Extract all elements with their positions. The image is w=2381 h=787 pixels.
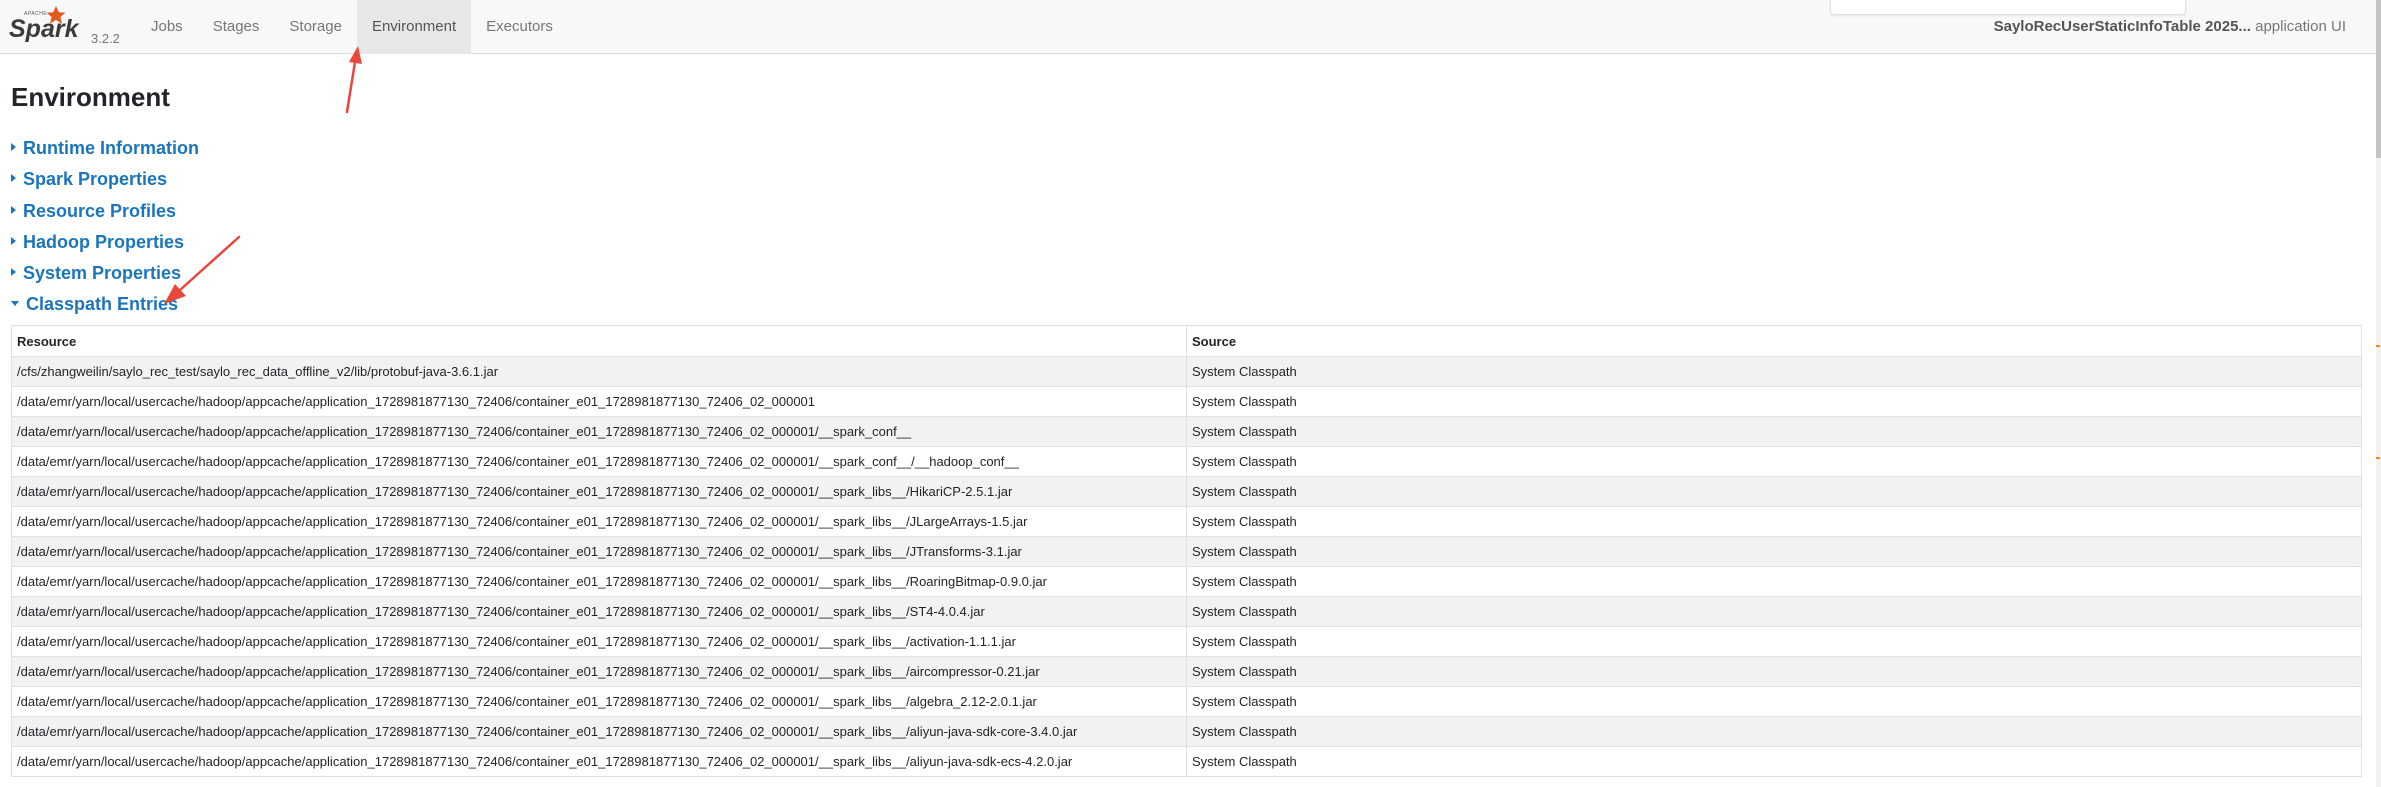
section-label: Resource Profiles <box>23 201 177 221</box>
source-cell: System Classpath <box>1186 596 2362 627</box>
logo-spark-text: Spark <box>9 15 80 43</box>
table-row: /data/emr/yarn/local/usercache/hadoop/ap… <box>11 716 2362 747</box>
nav-tabs: Jobs Stages Storage Environment Executor… <box>136 0 568 54</box>
triangle-right-icon <box>11 206 16 215</box>
resource-cell: /data/emr/yarn/local/usercache/hadoop/ap… <box>11 446 1187 477</box>
resource-cell: /data/emr/yarn/local/usercache/hadoop/ap… <box>11 476 1187 507</box>
section-label: Classpath Entries <box>26 294 179 314</box>
section-hadoop-properties[interactable]: Hadoop Properties <box>11 230 184 254</box>
column-header-source[interactable]: Source <box>1186 325 2362 357</box>
scroll-marker <box>2376 457 2380 459</box>
triangle-right-icon <box>11 268 16 277</box>
table-row: /cfs/zhangweilin/saylo_rec_test/saylo_re… <box>11 356 2362 387</box>
triangle-down-icon <box>11 300 19 306</box>
source-cell: System Classpath <box>1186 746 2362 777</box>
spark-logo[interactable]: APACHE Spark 3.2.2 <box>8 4 120 50</box>
nav-tab-executors[interactable]: Executors <box>471 0 568 54</box>
nav-tab-jobs[interactable]: Jobs <box>136 0 198 54</box>
table-row: /data/emr/yarn/local/usercache/hadoop/ap… <box>11 746 2362 777</box>
nav-tab-environment[interactable]: Environment <box>356 0 472 54</box>
table-row: /data/emr/yarn/local/usercache/hadoop/ap… <box>11 566 2362 597</box>
resource-cell: /data/emr/yarn/local/usercache/hadoop/ap… <box>11 656 1187 687</box>
table-body: /cfs/zhangweilin/saylo_rec_test/saylo_re… <box>11 356 2362 777</box>
source-cell: System Classpath <box>1186 626 2362 657</box>
resource-cell: /data/emr/yarn/local/usercache/hadoop/ap… <box>11 746 1187 777</box>
source-cell: System Classpath <box>1186 506 2362 537</box>
source-cell: System Classpath <box>1186 476 2362 507</box>
overlay-popup <box>1830 0 2186 15</box>
resource-cell: /data/emr/yarn/local/usercache/hadoop/ap… <box>11 686 1187 717</box>
section-label: Runtime Information <box>23 138 199 158</box>
column-header-resource[interactable]: Resource <box>11 325 1187 357</box>
source-cell: System Classpath <box>1186 686 2362 717</box>
section-runtime-information[interactable]: Runtime Information <box>11 136 199 160</box>
table-row: /data/emr/yarn/local/usercache/hadoop/ap… <box>11 536 2362 567</box>
triangle-right-icon <box>11 143 16 152</box>
resource-cell: /data/emr/yarn/local/usercache/hadoop/ap… <box>11 626 1187 657</box>
triangle-right-icon <box>11 237 16 246</box>
section-resource-profiles[interactable]: Resource Profiles <box>11 199 176 223</box>
source-cell: System Classpath <box>1186 356 2362 387</box>
vertical-scrollbar[interactable] <box>2376 0 2381 787</box>
resource-cell: /data/emr/yarn/local/usercache/hadoop/ap… <box>11 506 1187 537</box>
resource-cell: /data/emr/yarn/local/usercache/hadoop/ap… <box>11 536 1187 567</box>
resource-cell: /cfs/zhangweilin/saylo_rec_test/saylo_re… <box>11 356 1187 387</box>
source-cell: System Classpath <box>1186 566 2362 597</box>
section-spark-properties[interactable]: Spark Properties <box>11 167 167 191</box>
resource-cell: /data/emr/yarn/local/usercache/hadoop/ap… <box>11 566 1187 597</box>
nav-tab-stages[interactable]: Stages <box>198 0 275 54</box>
source-cell: System Classpath <box>1186 536 2362 567</box>
source-cell: System Classpath <box>1186 446 2362 477</box>
source-cell: System Classpath <box>1186 416 2362 447</box>
section-label: System Properties <box>23 263 182 283</box>
section-label: Hadoop Properties <box>23 232 185 252</box>
resource-cell: /data/emr/yarn/local/usercache/hadoop/ap… <box>11 386 1187 417</box>
table-row: /data/emr/yarn/local/usercache/hadoop/ap… <box>11 476 2362 507</box>
scrollbar-thumb[interactable] <box>2376 0 2381 158</box>
classpath-entries-table: Resource Source /cfs/zhangweilin/saylo_r… <box>11 325 2362 777</box>
source-cell: System Classpath <box>1186 656 2362 687</box>
resource-cell: /data/emr/yarn/local/usercache/hadoop/ap… <box>11 716 1187 747</box>
resource-cell: /data/emr/yarn/local/usercache/hadoop/ap… <box>11 416 1187 447</box>
source-cell: System Classpath <box>1186 386 2362 417</box>
table-row: /data/emr/yarn/local/usercache/hadoop/ap… <box>11 506 2362 537</box>
table-row: /data/emr/yarn/local/usercache/hadoop/ap… <box>11 686 2362 717</box>
table-header-row: Resource Source <box>11 325 2362 357</box>
table-row: /data/emr/yarn/local/usercache/hadoop/ap… <box>11 386 2362 417</box>
triangle-right-icon <box>11 174 16 183</box>
section-system-properties[interactable]: System Properties <box>11 261 181 285</box>
section-classpath-entries[interactable]: Classpath Entries <box>11 292 178 316</box>
page-title: Environment <box>11 82 170 112</box>
source-cell: System Classpath <box>1186 716 2362 747</box>
table-row: /data/emr/yarn/local/usercache/hadoop/ap… <box>11 626 2362 657</box>
table-row: /data/emr/yarn/local/usercache/hadoop/ap… <box>11 416 2362 447</box>
app-name: SayloRecUserStaticInfoTable 2025... <box>1993 18 2251 35</box>
resource-cell: /data/emr/yarn/local/usercache/hadoop/ap… <box>11 596 1187 627</box>
app-suffix: application UI <box>2255 18 2346 35</box>
table-row: /data/emr/yarn/local/usercache/hadoop/ap… <box>11 656 2362 687</box>
spark-version: 3.2.2 <box>91 31 120 46</box>
scroll-marker <box>2376 345 2380 347</box>
red-arrow-icon <box>345 46 362 114</box>
table-row: /data/emr/yarn/local/usercache/hadoop/ap… <box>11 446 2362 477</box>
nav-tab-storage[interactable]: Storage <box>274 0 357 54</box>
spark-logo-icon: APACHE Spark <box>9 6 80 43</box>
section-label: Spark Properties <box>23 169 168 189</box>
table-row: /data/emr/yarn/local/usercache/hadoop/ap… <box>11 596 2362 627</box>
